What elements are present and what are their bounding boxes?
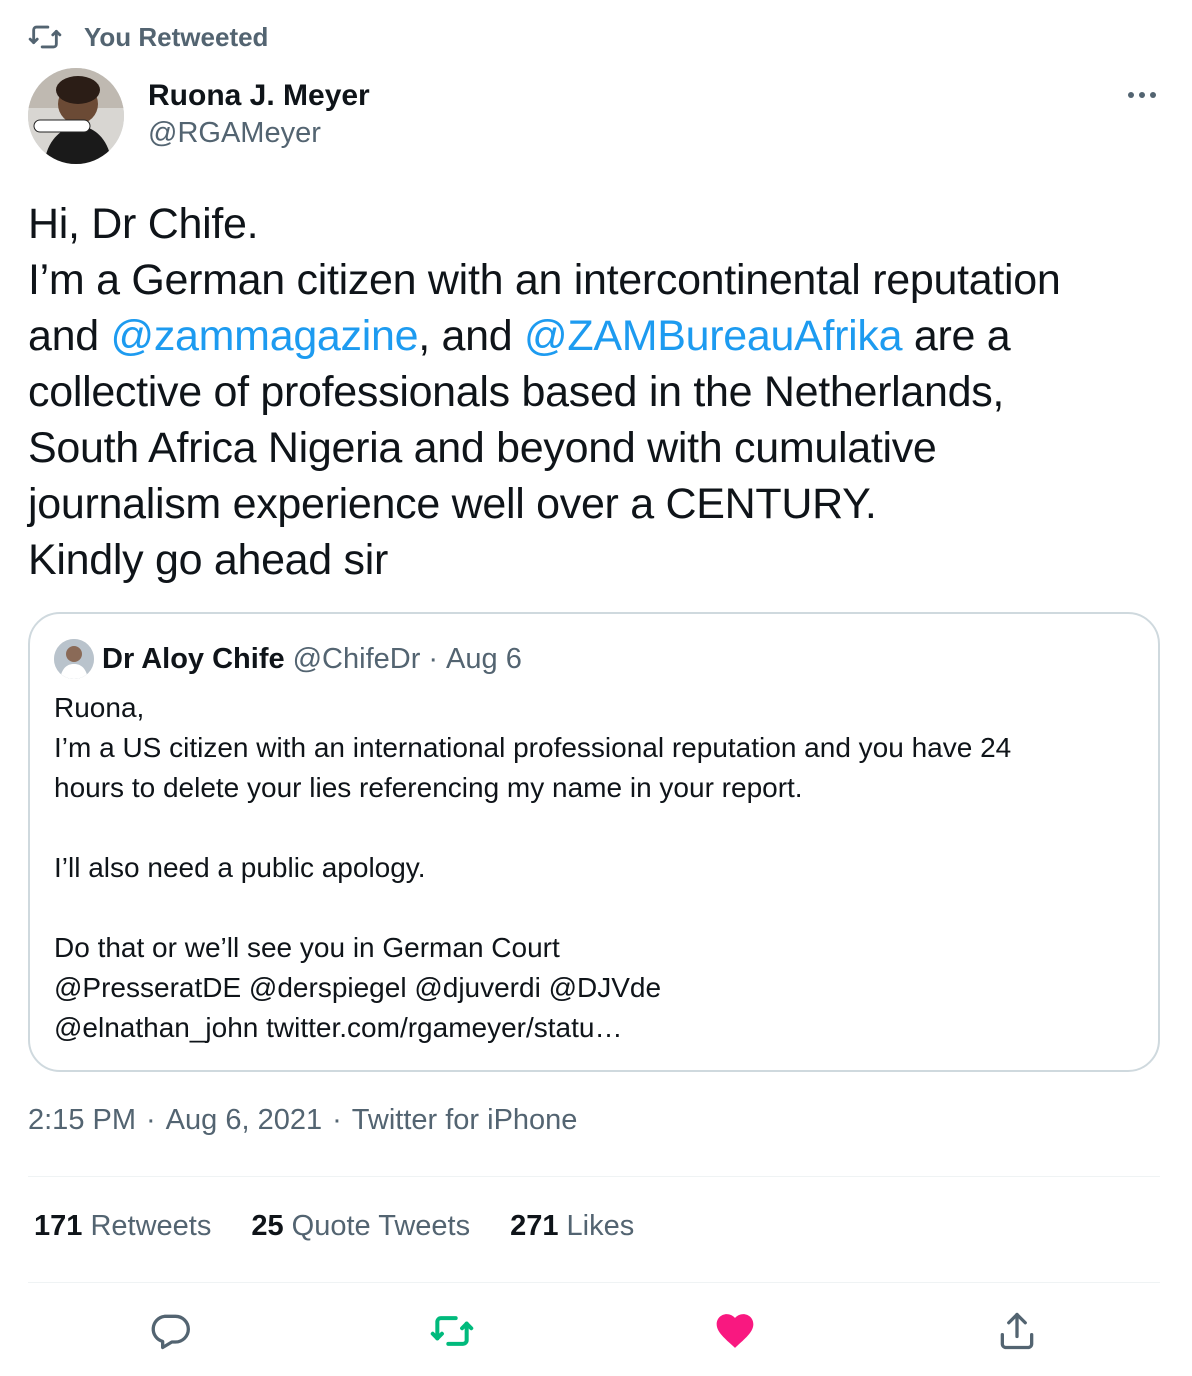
tweet-stats: 171 Retweets 25 Quote Tweets 271 Likes (34, 1210, 634, 1243)
tweet-text-segment: and (28, 312, 111, 360)
separator-dot: · (428, 642, 439, 675)
more-dot (1128, 92, 1134, 98)
separator-dot: · (332, 1104, 342, 1136)
tweet-line: journalism experience well over a CENTUR… (28, 480, 877, 528)
quoted-line: hours to delete your lies referencing my… (54, 772, 803, 803)
mention-link-zambureauafrika[interactable]: @ZAMBureauAfrika (524, 312, 903, 360)
divider (28, 1176, 1160, 1177)
tweet-line: and @zammagazine, and @ZAMBureauAfrika a… (28, 308, 1168, 364)
quoted-tweet-header: Dr Aloy Chife @ChifeDr · Aug 6 (54, 638, 522, 680)
tweet-text: Hi, Dr Chife. I’m a German citizen with … (28, 196, 1168, 588)
reply-icon (151, 1314, 190, 1350)
quoted-author-name: Dr Aloy Chife (102, 642, 285, 675)
quoted-line: Ruona, (54, 692, 145, 723)
tweet-line: Kindly go ahead sir (28, 536, 389, 584)
quoted-author-handle: @ChifeDr (292, 642, 421, 675)
quoted-date: Aug 6 (446, 642, 522, 675)
quoted-line: I’ll also need a public apology. (54, 852, 426, 883)
tweet-source[interactable]: Twitter for iPhone (352, 1104, 578, 1137)
author-handle[interactable]: @RGAMeyer (148, 114, 370, 152)
reply-button[interactable] (145, 1306, 195, 1356)
quoted-line: I’m a US citizen with an international p… (54, 732, 1012, 763)
tweet-time[interactable]: 2:15 PM (28, 1104, 136, 1137)
author-avatar[interactable] (28, 68, 124, 164)
tweet-line: Hi, Dr Chife. (28, 200, 259, 248)
tweet-text-segment: , and (418, 312, 525, 360)
tweet-text-segment: are a (902, 312, 1011, 360)
retweet-icon (28, 25, 62, 49)
retweet-context: You Retweeted (28, 20, 268, 54)
quoted-avatar (54, 639, 94, 679)
quoted-tweet[interactable]: Dr Aloy Chife @ChifeDr · Aug 6 Ruona, I’… (28, 612, 1160, 1072)
separator-dot: · (146, 1104, 156, 1136)
author-info[interactable]: Ruona J. Meyer @RGAMeyer (148, 78, 370, 152)
retweet-button[interactable] (427, 1306, 477, 1356)
tweet-date[interactable]: Aug 6, 2021 (166, 1104, 322, 1137)
quoted-line: Do that or we’ll see you in German Court (54, 932, 560, 963)
share-button[interactable] (992, 1306, 1042, 1356)
tweet-meta: 2:15 PM · Aug 6, 2021 · Twitter for iPho… (28, 1104, 577, 1137)
tweet-actions (0, 1306, 1192, 1356)
quoted-line: @PresseratDE @derspiegel @djuverdi @DJVd… (54, 972, 662, 1003)
quoted-line-break (54, 808, 1134, 848)
quoted-line-break (54, 888, 1134, 928)
quoted-tweet-body: Ruona, I’m a US citizen with an internat… (54, 688, 1134, 1048)
likes-stat[interactable]: 271 Likes (510, 1210, 634, 1243)
share-icon (1000, 1312, 1034, 1350)
divider (28, 1282, 1160, 1283)
retweets-stat[interactable]: 171 Retweets (34, 1210, 211, 1243)
tweet-line: collective of professionals based in the… (28, 368, 1005, 416)
retweet-icon (430, 1316, 474, 1346)
heart-icon (716, 1314, 754, 1348)
author-name[interactable]: Ruona J. Meyer (148, 78, 370, 114)
tweet-line: I’m a German citizen with an intercontin… (28, 256, 1061, 304)
more-dot (1150, 92, 1156, 98)
tweet-line: South Africa Nigeria and beyond with cum… (28, 424, 937, 472)
quoted-line: @elnathan_john twitter.com/rgameyer/stat… (54, 1012, 623, 1043)
retweet-context-label: You Retweeted (84, 21, 269, 52)
like-button[interactable] (710, 1306, 760, 1356)
more-icon[interactable] (1122, 80, 1162, 110)
quote-tweets-stat[interactable]: 25 Quote Tweets (251, 1210, 470, 1243)
mention-link-zammagazine[interactable]: @zammagazine (111, 312, 419, 360)
more-dot (1139, 92, 1145, 98)
